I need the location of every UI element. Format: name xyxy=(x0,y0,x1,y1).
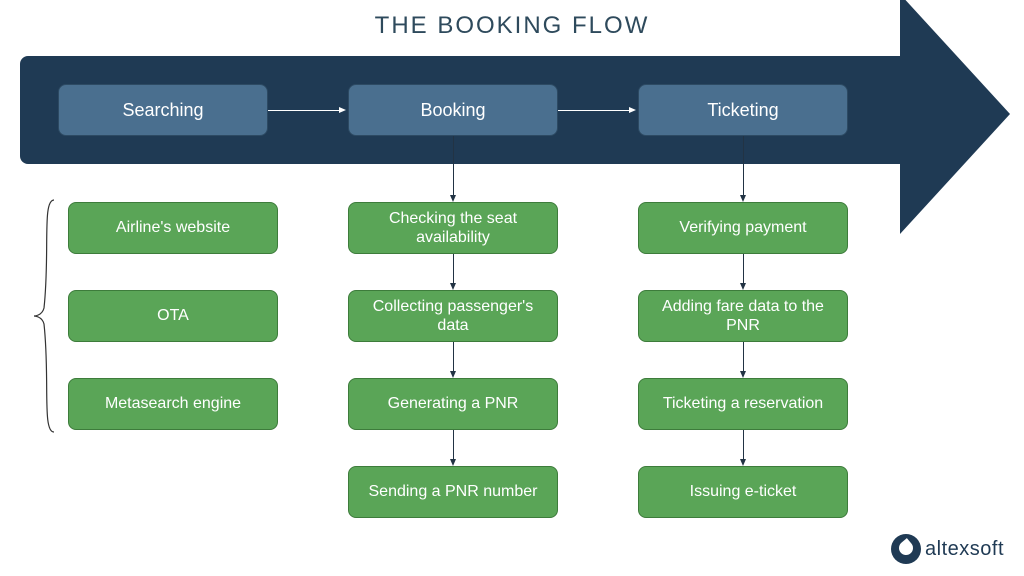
searching-item-ota: OTA xyxy=(68,290,278,342)
searching-brace xyxy=(32,198,58,434)
ticketing-item-fare-data: Adding fare data to the PNR xyxy=(638,290,848,342)
connector-search-to-booking xyxy=(268,110,340,111)
connector-seat-to-passenger xyxy=(453,254,454,284)
booking-item-seat-availability: Checking the seat availability xyxy=(348,202,558,254)
ticketing-item-reservation: Ticketing a reservation xyxy=(638,378,848,430)
ticketing-item-verify-payment: Verifying payment xyxy=(638,202,848,254)
searching-item-airline-website: Airline's website xyxy=(68,202,278,254)
connector-passenger-to-pnr xyxy=(453,342,454,372)
searching-item-metasearch: Metasearch engine xyxy=(68,378,278,430)
connector-booking-to-seat xyxy=(453,136,454,196)
connector-genpnr-to-sendpnr xyxy=(453,430,454,460)
stage-booking: Booking xyxy=(348,84,558,136)
stage-ticketing: Ticketing xyxy=(638,84,848,136)
connector-verify-to-fare xyxy=(743,254,744,284)
connector-reserve-to-eticket xyxy=(743,430,744,460)
ticketing-item-issuing-eticket: Issuing e-ticket xyxy=(638,466,848,518)
altexsoft-logo: altexsoft xyxy=(891,534,1004,564)
connector-fare-to-reserve xyxy=(743,342,744,372)
connector-booking-to-ticketing xyxy=(558,110,630,111)
altexsoft-logo-text: altexsoft xyxy=(925,538,1004,561)
diagram-title: THE BOOKING FLOW xyxy=(0,0,1024,40)
stage-searching: Searching xyxy=(58,84,268,136)
connector-ticketing-to-verify xyxy=(743,136,744,196)
booking-item-passenger-data: Collecting passenger's data xyxy=(348,290,558,342)
booking-item-sending-pnr: Sending a PNR number xyxy=(348,466,558,518)
altexsoft-logo-icon xyxy=(891,534,921,564)
booking-item-generating-pnr: Generating a PNR xyxy=(348,378,558,430)
flow-arrow-head xyxy=(900,0,1010,234)
